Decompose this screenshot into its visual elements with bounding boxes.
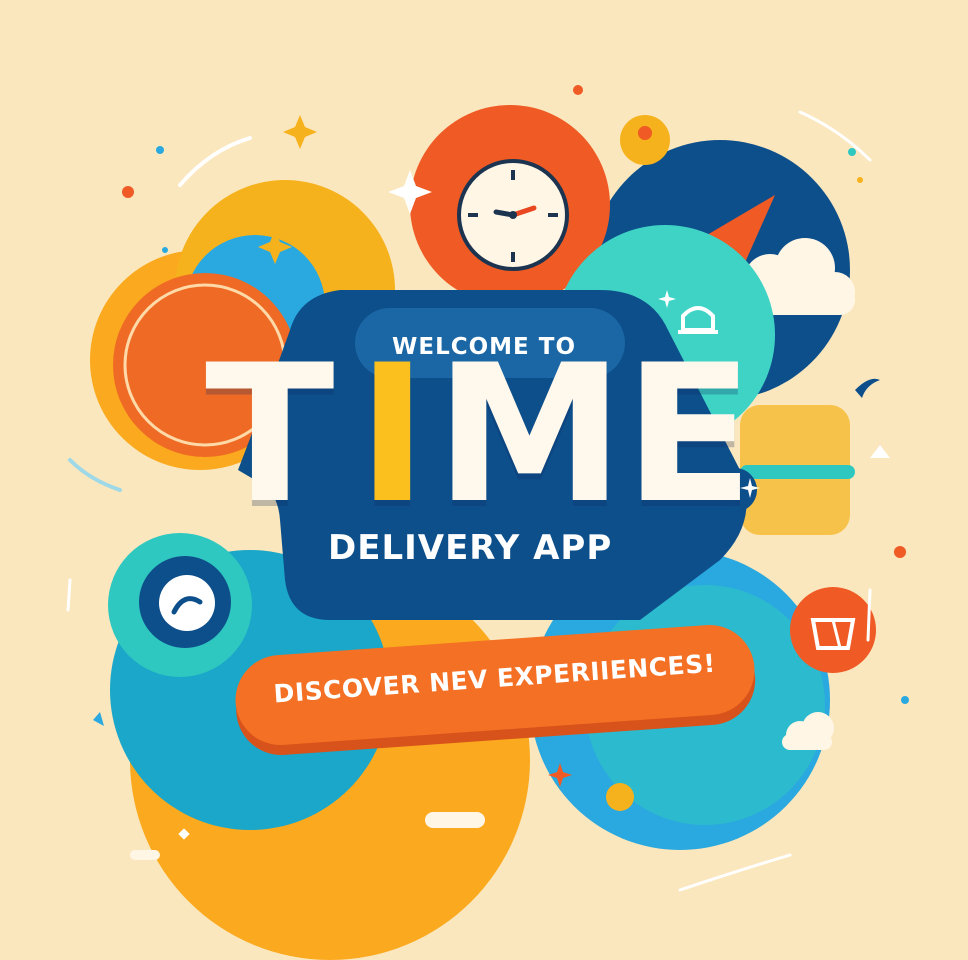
title-letter-t: T — [205, 324, 335, 545]
teal-bar — [740, 465, 855, 479]
promo-banner: WELCOME TO T I ME DELIVERY APP DISCOVER … — [0, 0, 968, 960]
link-button[interactable] — [108, 533, 252, 677]
subtitle: DELIVERY APP — [328, 528, 613, 568]
basket-button[interactable] — [790, 587, 876, 673]
location-pin-icon — [620, 115, 670, 165]
discover-button-label: DISCOVER NEV EXPERIIENCES! — [272, 648, 717, 709]
title-letter-i: I — [357, 324, 428, 545]
title-letters-me: ME — [435, 324, 754, 545]
